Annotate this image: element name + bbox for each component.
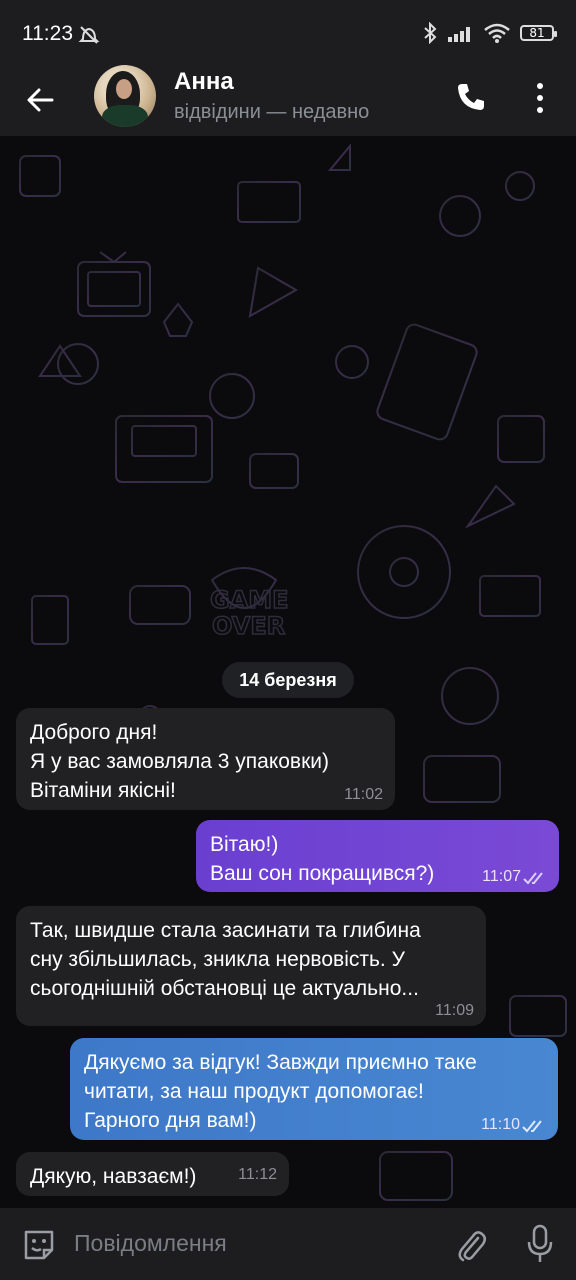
- message-time: 11:09: [435, 1002, 474, 1019]
- message-time: 11:07: [482, 868, 521, 885]
- message-bubble-incoming[interactable]: Так, швидше стала засинати та глибина сн…: [16, 906, 486, 1026]
- message-time: 11:10: [481, 1116, 520, 1133]
- message-bubble-incoming[interactable]: Доброго дня! Я у вас замовляла 3 упаковк…: [16, 708, 395, 810]
- contact-name[interactable]: Анна: [174, 68, 234, 96]
- message-input[interactable]: Повідомлення: [74, 1230, 227, 1257]
- message-bubble-outgoing[interactable]: Вітаю!) Ваш сон покращився?) 11:07: [196, 820, 559, 892]
- battery-icon: 81: [520, 25, 557, 41]
- back-arrow-icon[interactable]: [22, 82, 58, 118]
- wifi-icon: [484, 23, 510, 43]
- chat-header: Анна відвідини — недавно: [0, 65, 576, 136]
- more-vertical-icon[interactable]: [526, 80, 554, 116]
- battery-level: 81: [529, 26, 545, 40]
- dnd-icon: [78, 26, 100, 44]
- contact-status: відвідини — недавно: [174, 101, 370, 123]
- read-receipt-icon: [523, 872, 543, 885]
- message-text: Так, швидше стала засинати та глибина сн…: [30, 919, 421, 1000]
- phone-icon[interactable]: [454, 80, 488, 114]
- message-time: 11:02: [344, 786, 383, 803]
- read-receipt-icon: [522, 1120, 542, 1133]
- message-text: Дякуємо за відгук! Завжди приємно таке ч…: [84, 1051, 477, 1132]
- status-bar: 11:23 81: [0, 0, 576, 66]
- bluetooth-icon: [424, 22, 437, 44]
- svg-text:GAME: GAME: [210, 586, 289, 614]
- svg-text:OVER: OVER: [212, 612, 285, 640]
- attach-icon[interactable]: [454, 1226, 488, 1264]
- emoji-icon[interactable]: [22, 1228, 56, 1262]
- message-time: 11:12: [238, 1166, 277, 1183]
- avatar[interactable]: [94, 65, 156, 127]
- chat-area[interactable]: GAME OVER 14 березня Доброго дня! Я у ва…: [0, 136, 576, 1208]
- message-composer: Повідомлення: [0, 1208, 576, 1280]
- date-separator: 14 березня: [222, 662, 354, 698]
- message-text: Доброго дня! Я у вас замовляла 3 упаковк…: [30, 721, 329, 802]
- message-bubble-outgoing[interactable]: Дякуємо за відгук! Завжди приємно таке ч…: [70, 1038, 558, 1140]
- status-icons: 81: [422, 22, 557, 44]
- status-time: 11:23: [22, 22, 73, 45]
- signal-icon: [448, 27, 470, 42]
- microphone-icon[interactable]: [526, 1224, 554, 1264]
- message-bubble-incoming[interactable]: Дякую, навзаєм!) 11:12: [16, 1152, 289, 1196]
